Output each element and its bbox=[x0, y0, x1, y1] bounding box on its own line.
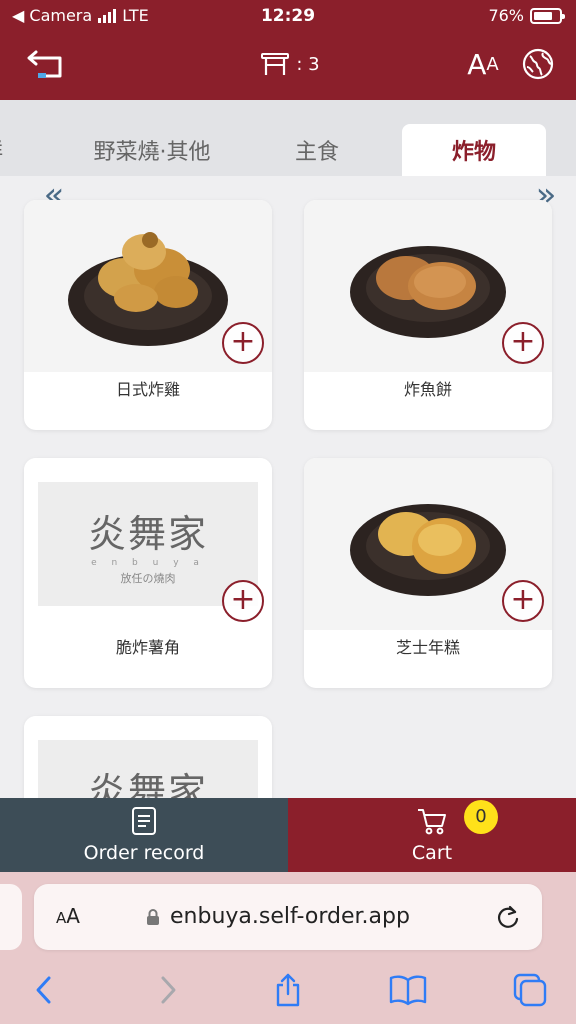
logo-tagline: 放任の燒肉 bbox=[120, 571, 176, 585]
chevron-right-icon bbox=[161, 976, 176, 1004]
action-bar: Order record 0 Cart bbox=[0, 798, 576, 872]
add-to-cart-button[interactable]: + bbox=[502, 322, 544, 364]
add-to-cart-button[interactable]: + bbox=[222, 580, 264, 622]
browser-toolbar: AA enbuya.self-order.app bbox=[0, 872, 576, 1024]
tab-fried[interactable]: 炸物 bbox=[402, 124, 546, 176]
product-grid: + 日式炸雞 + 炸魚餅 炎舞家 e n b u y a 放任の燒肉 + 脆炸薯… bbox=[0, 176, 576, 798]
aa-small: A bbox=[56, 909, 67, 927]
logo-romaji: e n b u y a bbox=[91, 557, 205, 568]
share-icon bbox=[276, 973, 300, 1007]
browser-forward-button[interactable] bbox=[146, 968, 190, 1012]
receipt-icon bbox=[132, 807, 156, 835]
address-bar[interactable]: AA enbuya.self-order.app bbox=[34, 884, 542, 950]
font-size-small-a: A bbox=[486, 53, 499, 75]
page-settings-button[interactable]: AA bbox=[56, 904, 80, 928]
order-record-label: Order record bbox=[83, 842, 205, 864]
font-size-big-a: A bbox=[467, 47, 487, 81]
category-tabs: 鮮 野菜燒·其他 主食 炸物 bbox=[0, 100, 576, 176]
tabs-icon bbox=[513, 973, 547, 1007]
product-name: 脆炸薯角 bbox=[115, 638, 180, 657]
add-to-cart-button[interactable]: + bbox=[222, 322, 264, 364]
browser-back-button[interactable] bbox=[22, 968, 66, 1012]
bookmarks-button[interactable] bbox=[386, 968, 430, 1012]
table-indicator: : 3 bbox=[250, 42, 330, 86]
product-card[interactable]: 炎舞家 e n b u y a 放任の燒肉 bbox=[24, 716, 272, 798]
product-name: 芝士年糕 bbox=[395, 638, 460, 657]
cart-count-badge: 0 bbox=[464, 800, 498, 834]
restaurant-logo: 炎舞家 bbox=[87, 511, 208, 556]
browser-nav bbox=[0, 968, 576, 1012]
aa-big: A bbox=[66, 904, 80, 928]
chevron-left-icon bbox=[36, 976, 51, 1004]
share-button[interactable] bbox=[266, 968, 310, 1012]
app-header: ◀ Camera LTE 12:29 76% : 3 AA bbox=[0, 0, 576, 100]
cart-label: Cart bbox=[411, 842, 453, 864]
return-arrow-icon bbox=[27, 50, 62, 78]
table-number: : 3 bbox=[296, 53, 320, 75]
battery-percent: 76% bbox=[488, 6, 524, 25]
tabs-button[interactable] bbox=[508, 968, 552, 1012]
cart-icon bbox=[418, 809, 446, 835]
previous-tab-preview[interactable] bbox=[0, 884, 22, 950]
order-record-button[interactable]: Order record bbox=[0, 798, 288, 872]
cart-button[interactable]: 0 Cart bbox=[288, 798, 576, 872]
product-name: 日式炸雞 bbox=[115, 380, 180, 399]
status-bar: ◀ Camera LTE 12:29 76% bbox=[0, 4, 576, 30]
product-card[interactable]: + 芝士年糕 bbox=[304, 458, 552, 688]
url-text: enbuya.self-order.app bbox=[170, 904, 410, 929]
table-icon bbox=[261, 53, 290, 75]
lock-icon bbox=[147, 909, 159, 925]
globe-icon bbox=[522, 48, 554, 80]
reload-icon[interactable] bbox=[494, 903, 522, 931]
product-card[interactable]: + 日式炸雞 bbox=[24, 200, 272, 430]
tab-fresh[interactable]: 鮮 bbox=[0, 124, 14, 176]
add-to-cart-button[interactable]: + bbox=[502, 580, 544, 622]
tab-staple[interactable]: 主食 bbox=[262, 124, 372, 176]
product-name: 炸魚餅 bbox=[403, 380, 452, 399]
restaurant-logo: 炎舞家 bbox=[87, 769, 208, 799]
battery-icon bbox=[530, 7, 565, 24]
language-button[interactable] bbox=[516, 42, 560, 86]
font-size-button[interactable]: AA bbox=[460, 42, 506, 86]
book-icon bbox=[389, 975, 427, 1006]
tab-vegetables-other[interactable]: 野菜燒·其他 bbox=[70, 124, 234, 176]
back-button[interactable] bbox=[22, 42, 70, 86]
product-card[interactable]: 炎舞家 e n b u y a 放任の燒肉 + 脆炸薯角 bbox=[24, 458, 272, 688]
product-card[interactable]: + 炸魚餅 bbox=[304, 200, 552, 430]
logo-placeholder-image: 炎舞家 e n b u y a 放任の燒肉 bbox=[24, 716, 272, 798]
